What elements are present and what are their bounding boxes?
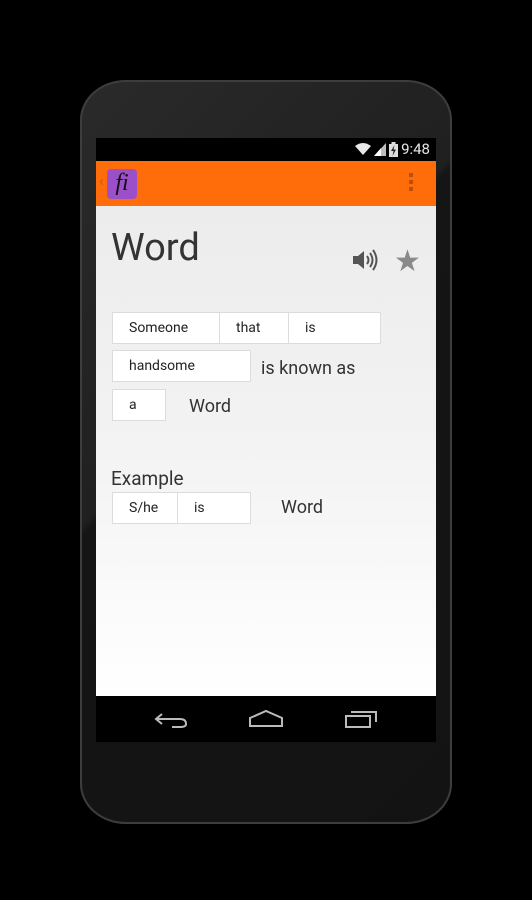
phrase-known-as: is known as xyxy=(261,358,356,379)
action-bar: ‹ fi xyxy=(96,161,436,206)
word-box-handsome[interactable]: handsome xyxy=(112,350,251,382)
word-box-is[interactable]: is xyxy=(288,312,381,344)
word-box-someone[interactable]: Someone xyxy=(112,312,220,344)
up-caret-icon[interactable]: ‹ xyxy=(99,172,104,190)
star-icon[interactable]: ★ xyxy=(394,244,421,279)
battery-charging-icon xyxy=(389,141,399,157)
signal-icon xyxy=(374,142,387,156)
word-title: Word xyxy=(111,226,200,270)
overflow-menu-icon[interactable] xyxy=(409,173,414,191)
back-icon[interactable] xyxy=(154,709,188,729)
screen: 9:48 ‹ fi Word ★ Someone that is handsom… xyxy=(96,138,436,742)
speaker-icon[interactable] xyxy=(352,248,378,272)
clock: 9:48 xyxy=(401,140,430,158)
status-bar: 9:48 xyxy=(96,138,436,161)
navigation-bar xyxy=(96,696,436,742)
app-logo[interactable]: fi xyxy=(107,169,137,199)
home-icon[interactable] xyxy=(248,709,284,729)
example-box-she[interactable]: S/he xyxy=(112,492,178,524)
word-detail: Word ★ Someone that is handsome is known… xyxy=(96,206,436,696)
example-word: Word xyxy=(281,497,324,518)
example-label: Example xyxy=(111,467,184,490)
wifi-icon xyxy=(355,143,372,155)
example-box-is[interactable]: is xyxy=(177,492,251,524)
recents-icon[interactable] xyxy=(344,709,378,729)
definition-word: Word xyxy=(189,396,232,417)
word-box-a[interactable]: a xyxy=(112,389,166,421)
word-box-that[interactable]: that xyxy=(219,312,289,344)
